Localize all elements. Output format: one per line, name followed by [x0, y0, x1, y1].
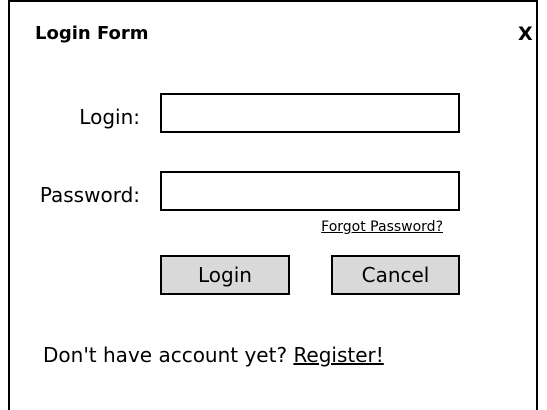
login-input[interactable]: [160, 93, 460, 133]
register-prompt-text: Don't have account yet?: [43, 343, 294, 367]
password-label: Password:: [39, 183, 140, 207]
forgot-password-link[interactable]: Forgot Password?: [321, 218, 443, 236]
cancel-button[interactable]: Cancel: [331, 255, 460, 295]
login-form-window: Login Form X Login: Password: Forgot Pas…: [8, 0, 538, 410]
register-prompt: Don't have account yet? Register!: [43, 341, 384, 369]
login-button[interactable]: Login: [160, 255, 290, 295]
register-link[interactable]: Register!: [293, 343, 383, 367]
close-button[interactable]: X: [518, 22, 533, 46]
login-label: Login:: [79, 105, 140, 129]
password-input[interactable]: [160, 171, 460, 211]
window-title: Login Form: [35, 23, 149, 44]
